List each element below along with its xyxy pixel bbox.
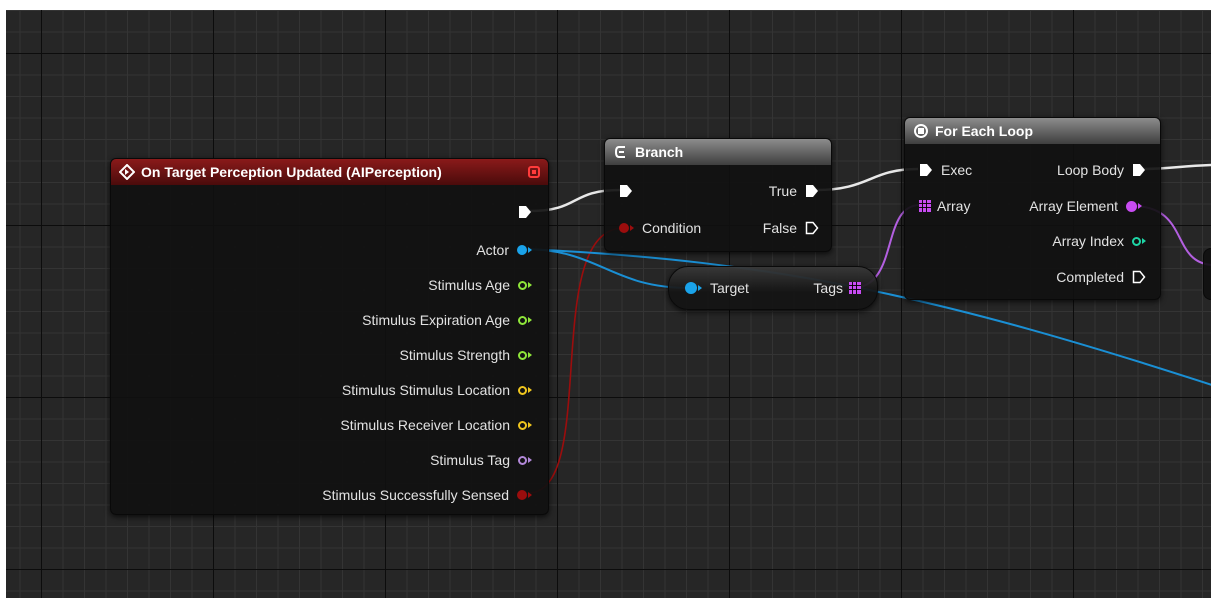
pin-row-stimulus-age[interactable]: Stimulus Age	[428, 275, 532, 295]
pin-label-stimulus-expiration-age: Stimulus Expiration Age	[362, 312, 510, 328]
array-element-pin-icon[interactable]	[1126, 200, 1142, 212]
for-each-loop-title: For Each Loop	[935, 123, 1033, 139]
branch-node-header[interactable]: Branch	[605, 139, 831, 165]
vector-pin-icon[interactable]	[518, 385, 532, 395]
pin-row-exec[interactable]: Exec	[919, 160, 972, 180]
pin-label-array-element: Array Element	[1029, 198, 1118, 214]
pin-label-completed: Completed	[1056, 269, 1124, 285]
pin-row-target[interactable]: Target	[685, 278, 749, 298]
delegate-pin-icon[interactable]	[528, 166, 540, 178]
object-pin-icon[interactable]	[685, 282, 702, 294]
pin-row-false[interactable]: False	[763, 218, 819, 238]
branch-icon	[614, 146, 625, 158]
pin-row-stimulus-strength[interactable]: Stimulus Strength	[399, 345, 532, 365]
pin-row-tags[interactable]: Tags	[813, 278, 861, 298]
exec-in-pin[interactable]	[619, 184, 633, 198]
pin-label-actor: Actor	[476, 242, 509, 258]
loop-icon	[914, 124, 928, 138]
pin-row-stimulus-receiver-location[interactable]: Stimulus Receiver Location	[340, 415, 532, 435]
pin-label-stimulus-location: Stimulus Stimulus Location	[341, 382, 510, 398]
pin-label-array-index: Array Index	[1052, 233, 1124, 249]
pin-row-stimulus-tag[interactable]: Stimulus Tag	[430, 450, 532, 470]
pin-row-true[interactable]: True	[769, 181, 819, 201]
branch-node[interactable]: Branch Condition True False	[604, 138, 832, 252]
exec-in-pin[interactable]	[919, 163, 933, 177]
float-pin-icon[interactable]	[518, 280, 532, 290]
pin-row-array[interactable]: Array	[919, 196, 970, 216]
pin-row-array-element[interactable]: Array Element	[1029, 196, 1142, 216]
int-pin-icon[interactable]	[1132, 236, 1146, 246]
diamond-event-icon	[119, 164, 135, 180]
exec-out-pin[interactable]	[518, 205, 532, 219]
pin-row-stimulus-successfully-sensed[interactable]: Stimulus Successfully Sensed	[322, 485, 532, 505]
event-node-header[interactable]: On Target Perception Updated (AIPercepti…	[111, 159, 548, 185]
event-node-target-perception-updated[interactable]: On Target Perception Updated (AIPercepti…	[110, 158, 549, 515]
pin-label-stimulus-tag: Stimulus Tag	[430, 452, 510, 468]
pin-row-stimulus-expiration-age[interactable]: Stimulus Expiration Age	[362, 310, 532, 330]
pin-label-array: Array	[937, 198, 971, 214]
pin-row-array-index[interactable]: Array Index	[1052, 231, 1146, 251]
pin-label-tags: Tags	[813, 280, 843, 296]
array-pin-icon[interactable]	[849, 282, 861, 294]
pin-row-completed[interactable]: Completed	[1056, 267, 1146, 287]
vector-pin-icon[interactable]	[518, 420, 532, 430]
event-node-title: On Target Perception Updated (AIPercepti…	[141, 164, 442, 180]
for-each-loop-header[interactable]: For Each Loop	[905, 118, 1160, 144]
branch-node-title: Branch	[635, 144, 684, 160]
offscreen-node-edge[interactable]	[1203, 248, 1211, 300]
array-pin-icon[interactable]	[919, 200, 931, 212]
pin-label-false: False	[762, 220, 797, 236]
exec-out-pin-false[interactable]	[805, 221, 819, 235]
get-tags-node[interactable]: Target Tags	[668, 266, 878, 310]
pin-label-loop-body: Loop Body	[1057, 162, 1124, 178]
pin-label-condition: Condition	[642, 220, 702, 236]
pin-label-stimulus-receiver-location: Stimulus Receiver Location	[340, 417, 510, 433]
pin-row-actor[interactable]: Actor	[476, 240, 532, 260]
pin-label-stimulus-successfully-sensed: Stimulus Successfully Sensed	[322, 487, 509, 503]
exec-out-pin-loop-body[interactable]	[1132, 163, 1146, 177]
for-each-loop-node[interactable]: For Each Loop Exec Array Loop Body Array…	[904, 117, 1161, 300]
float-pin-icon[interactable]	[518, 315, 532, 325]
float-pin-icon[interactable]	[518, 350, 532, 360]
object-pin-icon[interactable]	[517, 245, 532, 255]
exec-out-pin-completed[interactable]	[1132, 270, 1146, 284]
bool-pin-icon[interactable]	[517, 490, 532, 500]
pin-row-condition[interactable]: Condition	[619, 218, 701, 238]
bool-pin-icon[interactable]	[619, 223, 634, 233]
pin-label-true: True	[768, 183, 797, 199]
name-pin-icon[interactable]	[518, 455, 532, 465]
pin-row-loop-body[interactable]: Loop Body	[1057, 160, 1146, 180]
pin-label-exec: Exec	[941, 162, 973, 178]
pin-label-stimulus-age: Stimulus Age	[428, 277, 510, 293]
pin-label-target: Target	[710, 280, 749, 296]
pin-label-stimulus-strength: Stimulus Strength	[399, 347, 511, 363]
exec-out-pin-true[interactable]	[805, 184, 819, 198]
pin-row-stimulus-location[interactable]: Stimulus Stimulus Location	[342, 380, 532, 400]
